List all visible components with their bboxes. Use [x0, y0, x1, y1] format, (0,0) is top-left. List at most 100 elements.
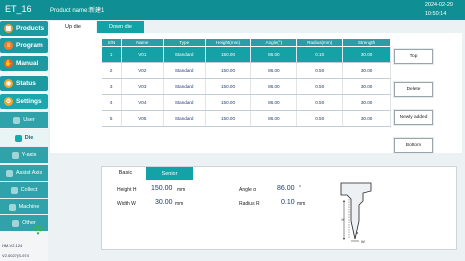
- cell: Standard: [163, 46, 206, 63]
- cell: 150.00: [205, 62, 252, 79]
- time: 10:50:14: [424, 11, 447, 17]
- col-sn: S/N: [101, 38, 122, 47]
- tab-down-die[interactable]: Down die: [97, 21, 144, 33]
- sidebar-item-program[interactable]: ≡ Program: [0, 38, 48, 53]
- assist-axis-icon: [5, 169, 13, 177]
- cell: 30.00: [342, 78, 391, 95]
- col-name: Name: [120, 38, 164, 47]
- settings-icon: ⚙: [4, 97, 13, 106]
- newly-added-button[interactable]: Newly added: [394, 110, 433, 125]
- sidebar-item-label: Manual: [16, 60, 39, 67]
- cell: 86.00: [250, 110, 298, 127]
- sidebar-item-products[interactable]: ▦ Products: [0, 21, 48, 36]
- cell: 150.00: [205, 78, 252, 95]
- status-icon: ◉: [4, 79, 13, 88]
- cell: 3: [101, 78, 122, 95]
- cell: 0.50: [296, 78, 344, 95]
- angle-marker: α: [356, 230, 359, 235]
- table-row[interactable]: 2 V02 Standard 150.00 86.00 0.50 30.00: [101, 62, 391, 79]
- program-icon: ≡: [4, 41, 13, 50]
- col-angle: Angle(°): [250, 38, 298, 47]
- height-label: Height H: [117, 187, 137, 193]
- tab-basic[interactable]: Basic: [105, 167, 146, 180]
- cell: 86.00: [250, 46, 298, 63]
- sidebar-item-label: Settings: [16, 98, 42, 105]
- cell: 30.00: [342, 94, 391, 111]
- col-type: Type: [162, 38, 206, 47]
- tab-up-die[interactable]: Up die: [50, 21, 96, 33]
- sidebar-item-settings[interactable]: ⚙ Settings: [0, 94, 48, 109]
- sidebar-subitem-collect[interactable]: Collect: [0, 181, 48, 198]
- date: 2024-02-20: [424, 2, 453, 8]
- sidebar-item-manual[interactable]: ✋ Manual: [0, 56, 48, 71]
- cell: 4: [101, 94, 122, 111]
- radius-label: Radius R: [239, 201, 260, 207]
- version-firmware: V2.0027(S-974: [2, 253, 29, 258]
- table-row[interactable]: 4 V04 Standard 150.00 86.00 0.50 30.00: [101, 94, 391, 111]
- cell: Standard: [163, 110, 206, 127]
- height-unit: mm: [177, 187, 186, 193]
- width-unit: mm: [175, 201, 184, 207]
- sidebar-subitem-label: Machine: [18, 204, 40, 210]
- angle-value: 86.00: [277, 185, 295, 192]
- cell: 86.00: [250, 62, 298, 79]
- table-header-row: S/N Name Type Height(mm) Angle(°) Radius…: [101, 38, 391, 47]
- version-hm: HM-V2.124: [2, 243, 23, 248]
- cell: 0.10: [296, 46, 344, 63]
- delete-button[interactable]: Delete: [394, 82, 433, 97]
- table-row[interactable]: 5 V05 Standard 150.00 86.00 0.50 30.00: [101, 110, 391, 127]
- sidebar-item-label: Program: [16, 42, 43, 49]
- cell: Standard: [163, 62, 206, 79]
- top-bar: ET_16 Product name:新建1 2024-02-20 10:50:…: [0, 0, 465, 20]
- radius-unit: mm: [297, 201, 306, 207]
- sidebar-subitem-label: Assist Axis: [15, 170, 43, 176]
- move-bottom-button[interactable]: Bottom: [394, 138, 433, 153]
- sidebar-subitem-y-axis[interactable]: Y-axis: [0, 146, 48, 163]
- upper-die-diagram: H W α: [340, 182, 372, 244]
- angle-label: Angle α: [239, 187, 257, 193]
- product-name: Product name:新建1: [50, 8, 105, 14]
- sidebar-item-label: Status: [16, 80, 36, 87]
- machine-icon: [8, 203, 16, 211]
- cell: V05: [121, 110, 164, 127]
- cell: V03: [121, 78, 164, 95]
- collect-icon: [10, 186, 18, 194]
- tab-senior[interactable]: Senior: [146, 167, 193, 180]
- width-label: Width W: [117, 201, 136, 207]
- y-axis-icon: [11, 151, 19, 159]
- radius-value: 0.10: [281, 199, 295, 206]
- sidebar-subitem-label: Y-axis: [21, 152, 37, 158]
- cell: 0.50: [296, 110, 344, 127]
- cell: Standard: [163, 94, 206, 111]
- cell: 150.00: [205, 110, 252, 127]
- cell: 86.00: [250, 78, 298, 95]
- sidebar-subitem-assist-axis[interactable]: Assist Axis: [0, 164, 48, 181]
- height-marker: H: [342, 217, 345, 222]
- table-row[interactable]: 3 V03 Standard 150.00 86.00 0.50 30.00: [101, 78, 391, 95]
- sidebar-item-status[interactable]: ◉ Status: [0, 76, 48, 91]
- table-row[interactable]: 1 V01 Standard 150.00 86.00 0.10 30.00: [101, 46, 391, 63]
- cell: V01: [121, 46, 164, 63]
- cell: 150.00: [205, 94, 252, 111]
- sidebar-subitem-die[interactable]: Die: [0, 129, 48, 146]
- user-icon: [13, 116, 21, 124]
- cell: 5: [101, 110, 122, 127]
- col-radius: Radius(mm): [296, 38, 344, 47]
- wifi-icon: [32, 225, 44, 235]
- cell: 30.00: [342, 46, 391, 63]
- clock: 2024-02-20 10:50:14: [425, 1, 453, 19]
- height-value: 150.00: [151, 185, 173, 192]
- sidebar-subitem-label: User: [23, 117, 35, 123]
- sidebar-subitem-user[interactable]: User: [0, 111, 48, 128]
- machine-id: ET_16: [5, 4, 32, 14]
- width-marker: W: [361, 239, 365, 244]
- sidebar-subitem-machine[interactable]: Machine: [0, 198, 48, 215]
- width-value: 30.00: [155, 199, 173, 206]
- cell: V04: [121, 94, 164, 111]
- col-height: Height(mm): [204, 38, 252, 47]
- sidebar-item-label: Products: [16, 25, 45, 32]
- cell: 30.00: [342, 110, 391, 127]
- move-top-button[interactable]: Top: [394, 49, 433, 64]
- cell: Standard: [163, 78, 206, 95]
- cell: V02: [121, 62, 164, 79]
